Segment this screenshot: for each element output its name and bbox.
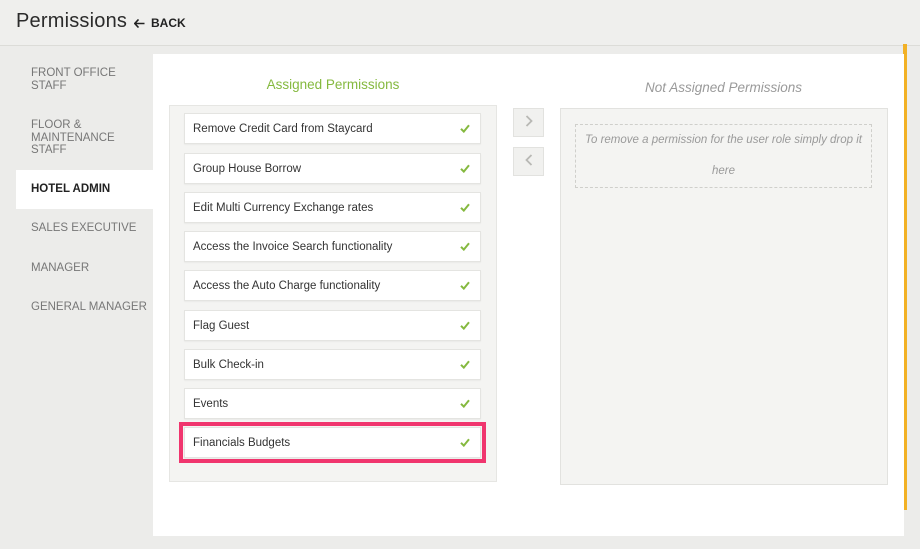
permission-item[interactable]: Remove Credit Card from Staycard — [184, 113, 481, 144]
drop-zone[interactable]: To remove a permission for the user role… — [575, 124, 872, 188]
sidebar-item-hotel-admin[interactable]: HOTEL ADMIN — [16, 170, 153, 209]
sidebar-item-sales-executive[interactable]: SALES EXECUTIVE — [16, 222, 153, 235]
checkmark-icon — [460, 399, 470, 408]
sidebar-item-front-office-staff[interactable]: FRONT OFFICE STAFF — [16, 67, 153, 92]
sidebar: FRONT OFFICE STAFF FLOOR & MAINTENANCE S… — [0, 54, 153, 524]
sidebar-item-manager[interactable]: MANAGER — [16, 262, 153, 275]
permission-item[interactable]: Group House Borrow — [184, 153, 481, 184]
permission-label: Bulk Check-in — [193, 358, 264, 371]
permission-label: Remove Credit Card from Staycard — [193, 122, 373, 135]
permission-item[interactable]: Bulk Check-in — [184, 349, 481, 380]
sidebar-item-floor-maintenance-staff[interactable]: FLOOR & MAINTENANCE STAFF — [16, 119, 136, 157]
back-label: BACK — [151, 16, 186, 30]
checkmark-icon — [460, 360, 470, 369]
chevron-right-icon — [525, 114, 533, 132]
permission-label: Edit Multi Currency Exchange rates — [193, 201, 374, 214]
checkmark-icon — [460, 438, 470, 447]
permission-item[interactable]: Flag Guest — [184, 310, 481, 341]
not-assigned-permissions-title: Not Assigned Permissions — [644, 80, 803, 95]
permission-item[interactable]: Access the Invoice Search functionality — [184, 231, 481, 262]
assigned-permissions-title: Assigned Permissions — [266, 77, 400, 92]
permission-item[interactable]: Edit Multi Currency Exchange rates — [184, 192, 481, 223]
sidebar-item-general-manager[interactable]: GENERAL MANAGER — [16, 301, 153, 314]
move-right-button[interactable] — [513, 108, 544, 137]
page-title: Permissions — [16, 10, 128, 32]
permission-label: Access the Invoice Search functionality — [193, 240, 393, 253]
move-left-button[interactable] — [513, 147, 544, 176]
arrow-left-icon — [134, 18, 145, 28]
permission-label: Flag Guest — [193, 319, 250, 332]
permission-label: Financials Budgets — [193, 436, 291, 449]
permission-label: Access the Auto Charge functionality — [193, 279, 381, 292]
permission-label: Group House Borrow — [193, 162, 302, 175]
checkmark-icon — [460, 124, 470, 133]
checkmark-icon — [460, 242, 470, 251]
chevron-left-icon — [524, 153, 533, 171]
permission-item[interactable]: Access the Auto Charge functionality — [184, 270, 481, 301]
checkmark-icon — [460, 164, 470, 173]
page-header: Permissions BACK — [0, 0, 920, 46]
checkmark-icon — [460, 281, 470, 290]
back-button[interactable]: BACK — [134, 16, 186, 30]
permission-label: Events — [193, 397, 229, 410]
permission-item-highlighted[interactable]: Financials Budgets — [179, 422, 486, 463]
permission-item[interactable]: Events — [184, 388, 481, 419]
checkmark-icon — [460, 321, 470, 330]
checkmark-icon — [460, 203, 470, 212]
